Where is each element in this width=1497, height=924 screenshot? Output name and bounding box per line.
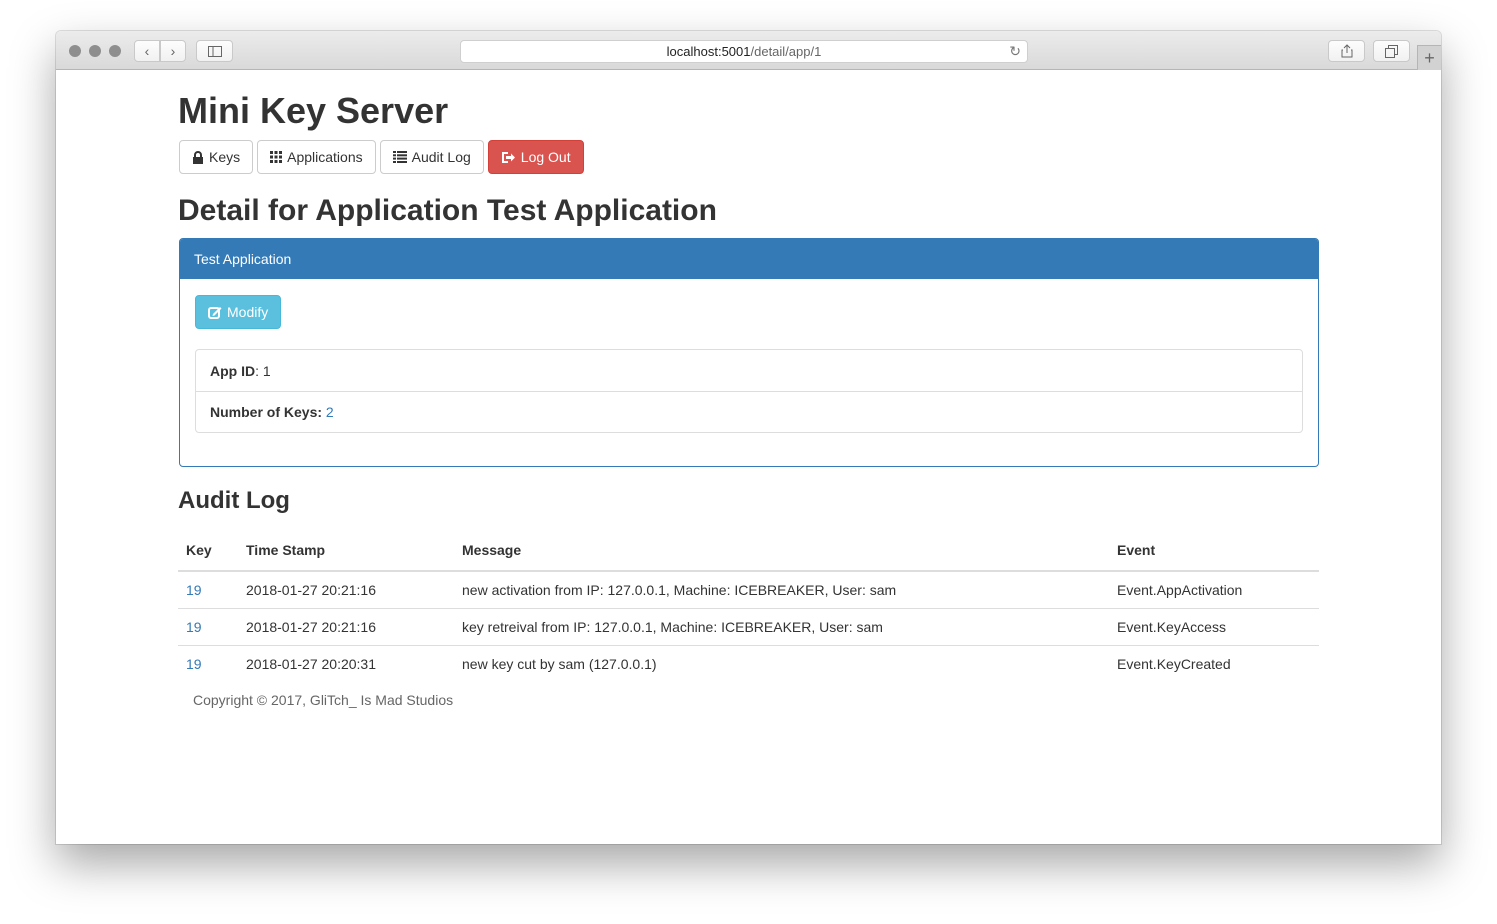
timestamp-cell: 2018-01-27 20:20:31 <box>238 644 454 682</box>
share-icon <box>1341 44 1352 58</box>
key-link[interactable]: 19 <box>186 582 202 598</box>
app-details-list: App ID: 1 Number of Keys: 2 <box>195 349 1303 433</box>
chevron-right-icon: › <box>170 43 176 59</box>
keys-button[interactable]: Keys <box>179 140 254 174</box>
number-of-keys-link[interactable]: 2 <box>326 404 334 420</box>
lock-icon <box>193 150 203 164</box>
event-cell: Event.KeyAccess <box>1109 607 1319 645</box>
column-header-timestamp: Time Stamp <box>238 529 454 572</box>
sidebar-icon <box>207 45 222 57</box>
table-row: 19 2018-01-27 20:21:16 new activation fr… <box>178 571 1319 608</box>
column-header-message: Message <box>454 529 1109 572</box>
url-path: /detail/app/1 <box>750 44 822 59</box>
audit-log-heading: Audit Log <box>178 487 290 514</box>
audit-log-table: Key Time Stamp Message Event 19 2018-01-… <box>178 529 1319 682</box>
browser-window: ‹ › localhost:5001/detail/app/1 ↻ + Mini… <box>56 31 1441 844</box>
site-title: Mini Key Server <box>178 90 449 131</box>
back-button[interactable]: ‹ <box>134 40 160 62</box>
plus-icon: + <box>1424 47 1435 68</box>
url-host: localhost:5001 <box>666 44 751 59</box>
audit-log-label: Audit Log <box>411 149 471 165</box>
modify-label: Modify <box>227 304 269 320</box>
forward-button[interactable]: › <box>160 40 186 62</box>
app-id-separator: : <box>255 362 263 379</box>
audit-log-button[interactable]: Audit Log <box>379 140 484 174</box>
grid-icon <box>270 151 283 163</box>
table-row: 19 2018-01-27 20:21:16 key retreival fro… <box>178 607 1319 645</box>
panel-title: Test Application <box>194 251 292 267</box>
tabs-icon <box>1385 44 1398 58</box>
column-header-key: Key <box>178 529 238 572</box>
event-cell: Event.KeyCreated <box>1109 644 1319 682</box>
page-title: Detail for Application Test Application <box>178 194 717 227</box>
event-cell: Event.AppActivation <box>1117 581 1243 598</box>
timestamp-cell: 2018-01-27 20:21:16 <box>246 581 376 598</box>
tabs-overview-button[interactable] <box>1373 40 1410 62</box>
modify-button[interactable]: Modify <box>195 295 282 329</box>
log-out-label: Log Out <box>520 149 571 165</box>
key-link[interactable]: 19 <box>186 656 202 672</box>
panel-heading: Test Application <box>180 239 1318 279</box>
keys-label: Keys <box>209 149 241 165</box>
new-tab-button[interactable]: + <box>1417 45 1441 70</box>
sidebar-toggle-button[interactable] <box>196 40 233 62</box>
app-id-item: App ID: 1 <box>196 350 1302 391</box>
footer-copyright: Copyright © 2017, GliTch_ Is Mad Studios <box>193 692 454 708</box>
number-of-keys-item: Number of Keys: 2 <box>196 391 1302 432</box>
applications-label: Applications <box>287 149 363 165</box>
maximize-window-icon[interactable] <box>109 45 121 57</box>
log-out-button[interactable]: Log Out <box>487 140 584 174</box>
edit-icon <box>208 306 222 319</box>
table-header-row: Key Time Stamp Message Event <box>178 529 1319 572</box>
message-cell: new key cut by sam (127.0.0.1) <box>454 644 1109 682</box>
key-link[interactable]: 19 <box>186 619 202 635</box>
list-icon <box>392 151 407 163</box>
sign-out-icon <box>501 151 515 163</box>
timestamp-cell: 2018-01-27 20:21:16 <box>238 607 454 645</box>
close-window-icon[interactable] <box>69 45 81 57</box>
table-row: 19 2018-01-27 20:20:31 new key cut by sa… <box>178 644 1319 682</box>
reload-icon[interactable]: ↻ <box>1009 43 1021 60</box>
share-button[interactable] <box>1328 40 1365 62</box>
chevron-left-icon: ‹ <box>144 43 150 59</box>
address-bar[interactable]: localhost:5001/detail/app/1 ↻ <box>460 40 1028 63</box>
applications-button[interactable]: Applications <box>257 140 376 174</box>
main-nav: Keys Applications Audit Log Log Out <box>179 140 584 174</box>
message-cell: new activation from IP: 127.0.0.1, Machi… <box>462 581 897 598</box>
column-header-event: Event <box>1109 529 1319 572</box>
application-panel: Test Application Modify App ID: 1 Number… <box>179 238 1319 467</box>
message-cell: key retreival from IP: 127.0.0.1, Machin… <box>454 607 1109 645</box>
browser-toolbar: ‹ › localhost:5001/detail/app/1 ↻ + <box>56 31 1441 70</box>
number-of-keys-label: Number of Keys: <box>210 404 323 420</box>
app-id-label: App ID <box>210 362 256 379</box>
app-id-value: 1 <box>262 362 271 379</box>
minimize-window-icon[interactable] <box>89 45 101 57</box>
